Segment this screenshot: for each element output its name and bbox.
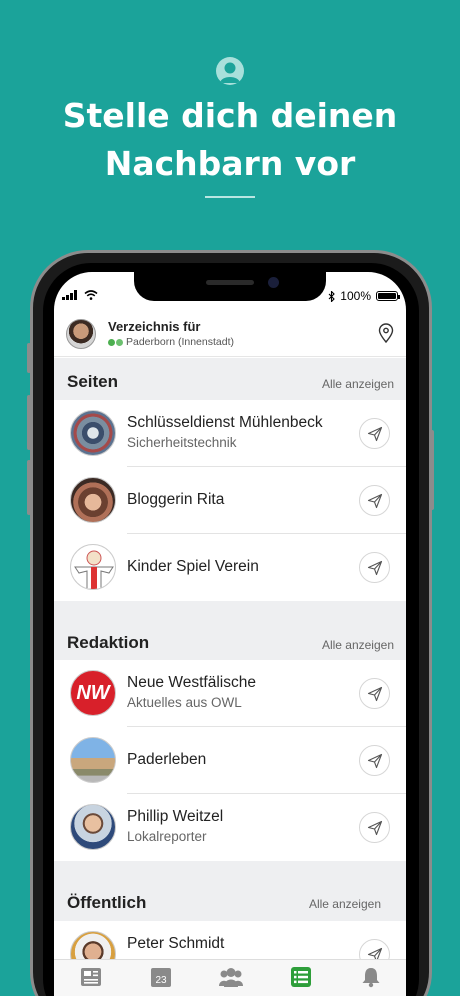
list-icon: [291, 967, 311, 987]
item-title: Kinder Spiel Verein: [127, 558, 259, 575]
svg-text:23: 23: [155, 975, 167, 986]
phone-volume-up-button: [27, 395, 31, 450]
tab-groups[interactable]: [218, 966, 244, 988]
newspaper-icon: [81, 968, 101, 986]
item-title: Phillip Weitzel: [127, 808, 224, 825]
section-title: Seiten: [67, 372, 119, 391]
avatar: [70, 544, 116, 590]
section-title: Redaktion: [67, 633, 150, 652]
list-item[interactable]: Bloggerin Rita: [54, 467, 406, 534]
battery-percent: 100%: [340, 289, 371, 303]
list-item[interactable]: Kinder Spiel Verein: [54, 534, 406, 601]
section-title: Öffentlich: [67, 893, 147, 912]
section-header-redaktion: Redaktion Alle anzeigen: [54, 601, 406, 660]
phone-notch: [134, 272, 326, 301]
phone-volume-down-button: [27, 460, 31, 515]
hero-divider: [205, 196, 255, 198]
user-avatar[interactable]: [66, 319, 96, 349]
hero-title: Stelle dich deinen Nachbarn vor: [62, 96, 398, 183]
tab-bar: 23: [54, 959, 406, 996]
profile-icon: [216, 57, 244, 85]
send-message-button[interactable]: [359, 485, 390, 516]
send-message-button[interactable]: [359, 552, 390, 583]
item-title: Paderleben: [127, 751, 207, 768]
send-message-button[interactable]: [359, 745, 390, 776]
show-all-link[interactable]: Alle anzeigen: [322, 638, 394, 652]
paper-plane-icon: [367, 686, 382, 701]
tab-calendar[interactable]: 23: [150, 966, 172, 988]
list-item[interactable]: NW Neue Westfälische Aktuelles aus OWL: [54, 660, 406, 727]
location-badge-icon: [108, 338, 123, 346]
send-message-button[interactable]: [359, 812, 390, 843]
item-title: Peter Schmidt: [127, 935, 225, 952]
item-title: Schlüsseldienst Mühlenbeck: [127, 414, 323, 431]
avatar: [70, 737, 116, 783]
header-location: Paderborn (Innenstadt): [126, 336, 234, 348]
show-all-link[interactable]: Alle anzeigen: [322, 377, 394, 391]
signal-icon: [62, 290, 77, 300]
list-item[interactable]: Schlüsseldienst Mühlenbeck Sicherheitste…: [54, 400, 406, 467]
location-pin-icon[interactable]: [378, 323, 394, 343]
section-header-oeffentlich: Öffentlich Alle anzeigen: [54, 861, 406, 921]
item-subtitle: Aktuelles aus OWL: [127, 695, 242, 710]
tab-news[interactable]: [80, 966, 102, 988]
paper-plane-icon: [367, 753, 382, 768]
tab-directory[interactable]: [290, 966, 312, 988]
item-subtitle: Sicherheitstechnik: [127, 435, 237, 450]
calendar-icon: 23: [151, 968, 171, 987]
paper-plane-icon: [367, 426, 382, 441]
item-title: Bloggerin Rita: [127, 491, 225, 508]
item-title: Neue Westfälische: [127, 674, 256, 691]
header-title: Verzeichnis für: [108, 319, 201, 334]
paper-plane-icon: [367, 820, 382, 835]
show-all-link[interactable]: Alle anzeigen: [309, 897, 381, 911]
phone-mute-button: [27, 343, 31, 373]
tab-notifications[interactable]: [360, 966, 382, 988]
send-message-button[interactable]: [359, 418, 390, 449]
avatar: [70, 477, 116, 523]
avatar: [70, 410, 116, 456]
battery-icon: [376, 291, 400, 301]
item-subtitle: Lokalreporter: [127, 829, 207, 844]
list-item[interactable]: Phillip Weitzel Lokalreporter: [54, 794, 406, 861]
paper-plane-icon: [367, 493, 382, 508]
app-screen: 100% Verzeichnis für Paderborn (Innensta…: [54, 272, 406, 996]
directory-header[interactable]: Verzeichnis für Paderborn (Innenstadt): [54, 313, 406, 357]
list-item[interactable]: Paderleben: [54, 727, 406, 794]
send-message-button[interactable]: [359, 678, 390, 709]
wifi-icon: [84, 290, 98, 300]
avatar: [70, 804, 116, 850]
group-icon: [219, 968, 243, 987]
paper-plane-icon: [367, 560, 382, 575]
bell-icon: [362, 968, 380, 988]
bluetooth-icon: [328, 290, 336, 302]
nw-logo: NW: [70, 670, 116, 716]
section-header-seiten: Seiten Alle anzeigen: [54, 358, 406, 402]
phone-power-button: [430, 430, 434, 510]
